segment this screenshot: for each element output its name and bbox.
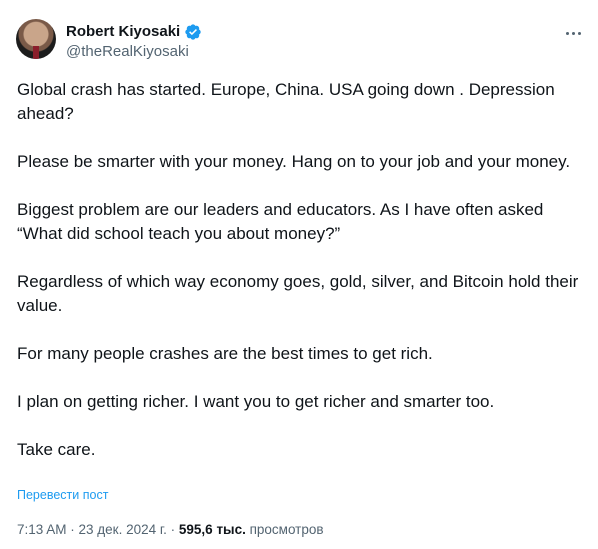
tweet-card: Robert Kiyosaki @theRealKiyosaki Global … [0,0,598,549]
meta-separator: · [166,522,179,537]
views-count: 595,6 тыс. [178,522,246,537]
tweet-meta: 7:13 AM · 23 дек. 2024 г. · 595,6 тыс. п… [17,521,324,539]
tweet-paragraph: Biggest problem are our leaders and educ… [17,200,544,243]
tweet-time[interactable]: 7:13 AM [17,522,67,537]
author-handle[interactable]: @theRealKiyosaki [66,43,189,61]
views-label: просмотров [245,522,324,537]
tweet-paragraph: For many people crashes are the best tim… [17,344,433,363]
more-dots-icon[interactable] [562,24,584,42]
meta-separator: · [66,522,79,537]
tweet-paragraph: Global crash has started. Europe, China.… [17,80,555,123]
tweet-paragraph: Please be smarter with your money. Hang … [17,152,571,171]
avatar[interactable] [16,19,56,59]
tweet-date[interactable]: 23 дек. 2024 г. [79,522,167,537]
translate-post-link[interactable]: Перевести пост [17,487,108,503]
verified-badge-icon [185,24,201,40]
tweet-paragraph: I plan on getting richer. I want you to … [17,392,495,411]
avatar-tie [33,46,39,59]
author-row: Robert Kiyosaki [66,23,202,41]
author-name[interactable]: Robert Kiyosaki [66,23,180,41]
tweet-paragraph: Take care. [17,440,96,459]
tweet-text: Global crash has started. Europe, China.… [17,78,582,462]
tweet-paragraph: Regardless of which way economy goes, go… [17,272,579,315]
